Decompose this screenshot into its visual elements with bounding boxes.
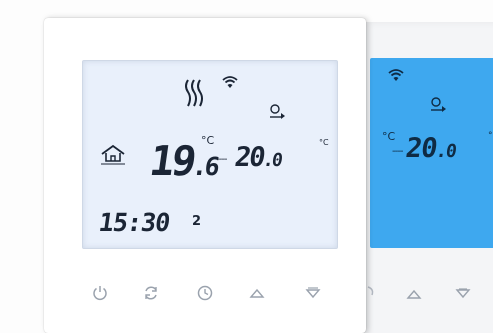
set-temperature: 20.0 (232, 142, 283, 173)
clock-time: 15:30 (96, 208, 172, 237)
lcd-screen-blue: °C ---- 20.0 °C (370, 58, 493, 248)
up-button[interactable] (246, 282, 268, 304)
lcd-screen-white: 19.6 °C ---- 20.0 °C 15:30 2 (82, 60, 338, 249)
mode-cycle-icon[interactable] (366, 284, 376, 302)
clock-icon (197, 285, 213, 301)
fan-icon (270, 104, 285, 119)
home-icon (101, 144, 125, 165)
arrow-up-icon (249, 288, 265, 298)
fan-icon (431, 97, 446, 112)
power-button[interactable] (89, 282, 111, 304)
wifi-icon (222, 76, 238, 88)
current-temp-unit: °C (382, 130, 396, 143)
mode-button[interactable] (140, 282, 162, 304)
current-temp-unit: °C (201, 134, 215, 147)
mode-cycle-icon (145, 286, 157, 300)
arrow-up-icon[interactable] (406, 288, 422, 300)
timer-button[interactable] (194, 282, 216, 304)
set-temp-unit: °C (488, 131, 493, 141)
temp-separator: ---- (392, 146, 403, 157)
temp-separator: ---- (216, 154, 227, 165)
power-icon (93, 286, 107, 301)
set-temp-unit: °C (319, 138, 329, 147)
heat-waves-icon (185, 79, 203, 107)
thermostat-front-panel: 19.6 °C ---- 20.0 °C 15:30 2 (44, 18, 366, 333)
arrow-down-icon[interactable] (455, 288, 471, 300)
set-temperature: 20.0 (403, 133, 458, 164)
arrow-down-icon (305, 287, 321, 299)
weekday-number: 2 (192, 214, 202, 229)
thermostat-product-photo: °C ---- 20.0 °C (0, 0, 493, 333)
wifi-icon (388, 69, 404, 81)
thermostat-back-panel: °C ---- 20.0 °C (362, 22, 493, 333)
down-button[interactable] (302, 282, 324, 304)
